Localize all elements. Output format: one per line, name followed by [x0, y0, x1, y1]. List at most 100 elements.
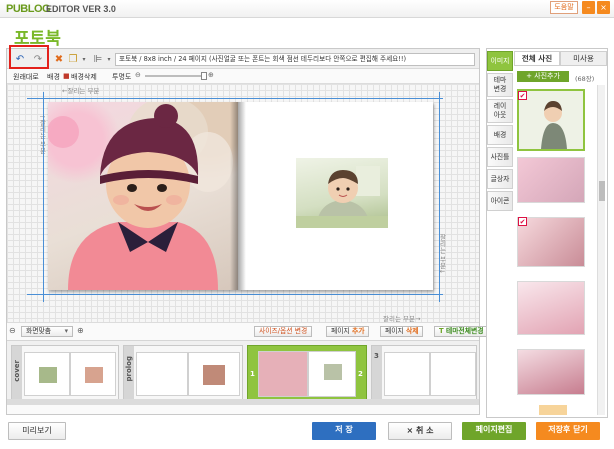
thumbnail-page-3-label: 3 — [374, 352, 379, 360]
thumbnail-cover-label: cover — [13, 360, 21, 382]
thumbnail-cover[interactable]: cover — [11, 345, 119, 403]
transparency-slider[interactable] — [145, 75, 205, 77]
product-info-field: 포토북 / 8x8 inch / 24 페이지 (사진얼굴 또는 폰트는 회색 … — [115, 53, 475, 66]
save-button[interactable]: 저 장 — [312, 422, 376, 440]
page-controls-row: ⊖ 화면맞춤 ▾ ⊕ 사이즈/옵션 변경 페이지 추가 페이지 삭제 T 테마전… — [7, 325, 489, 339]
add-page-prefix: 페이지 — [331, 327, 350, 335]
save-and-close-button[interactable]: 저장후 닫기 — [536, 422, 600, 440]
thumb-photo — [324, 364, 342, 380]
copy-dropdown-icon[interactable]: ▾ — [77, 52, 91, 66]
thumbnail-prolog[interactable]: prolog — [123, 345, 243, 403]
secondary-toolbar: 원래대로 배경 ■ 배경삭제 투명도 ⊖ ⊕ — [7, 70, 479, 82]
align-dropdown-icon[interactable]: ▾ — [102, 52, 116, 66]
thumb-page-left — [24, 352, 70, 396]
tab-layout[interactable]: 레이 아웃 — [487, 99, 513, 123]
photo-thumb-1[interactable] — [517, 89, 585, 151]
thumb-photo — [39, 367, 57, 383]
background-delete-icon: ■ — [63, 72, 70, 80]
window-controls: – × — [582, 1, 612, 14]
photo-list-scrollbar[interactable] — [597, 85, 605, 415]
left-page-photo[interactable] — [48, 102, 238, 290]
photo-thumb-5[interactable] — [517, 349, 585, 395]
undo-icon[interactable]: ↶ — [13, 52, 27, 66]
theme-icon: T — [439, 327, 444, 335]
photo-filter-tabs: 전체 사진 미사용 — [514, 51, 607, 66]
photo-thumb-image — [519, 91, 583, 149]
dropdown-icon: ▾ — [64, 327, 68, 335]
transparency-slider-handle[interactable] — [201, 72, 207, 80]
theme-change-button[interactable]: T 테마전체변경 — [434, 326, 489, 337]
tab-background[interactable]: 배경 — [487, 125, 513, 145]
original-size-button[interactable]: 원래대로 — [13, 72, 39, 82]
transparency-minus-icon[interactable]: ⊖ — [135, 71, 141, 79]
thumbnail-page-1-label: 1 — [250, 370, 255, 378]
guide-line-left — [43, 92, 44, 302]
publog-logo: PUBLOG — [6, 3, 51, 15]
photo-thumb-3[interactable] — [517, 217, 585, 267]
add-page-button[interactable]: 페이지 추가 — [326, 326, 370, 337]
zoom-out-icon[interactable]: ⊖ — [9, 326, 16, 335]
thumb-page-left — [136, 352, 188, 396]
photo-thumb-4[interactable] — [517, 281, 585, 335]
close-icon[interactable]: × — [597, 1, 610, 14]
zoom-in-icon[interactable]: ⊕ — [77, 326, 84, 335]
transparency-label: 투명도 — [112, 73, 132, 81]
thumb-page-right — [430, 352, 476, 396]
delete-page-action: 삭제 — [405, 327, 419, 335]
thumb-page-left — [384, 352, 430, 396]
help-button[interactable]: 도움말 — [550, 1, 578, 14]
strip-scrollbar[interactable] — [7, 399, 479, 405]
background-button[interactable]: 배경 — [47, 72, 60, 82]
asset-panel: 이미지 테마 변경 레이 아웃 배경 사진틀 글상자 아이콘 전체 사진 미사용… — [486, 48, 608, 418]
book-gutter — [230, 102, 246, 290]
cut-area-label-bottom: 잘리는 부분→ — [383, 315, 421, 323]
add-page-action: 추가 — [351, 327, 365, 335]
tab-textbox[interactable]: 글상자 — [487, 169, 513, 189]
transparency-plus-icon[interactable]: ⊕ — [208, 71, 214, 79]
preview-button[interactable]: 미리보기 — [8, 422, 66, 440]
photo-thumb-partial[interactable] — [539, 405, 567, 415]
photo-thumb-image — [518, 218, 584, 266]
cut-area-label-left: ↑잘리는 부분 — [38, 114, 46, 155]
thumb-photo — [85, 367, 103, 383]
thumb-page-right — [70, 352, 116, 396]
right-page-photo[interactable] — [296, 158, 388, 228]
delete-page-button[interactable]: 페이지 삭제 — [380, 326, 424, 337]
tab-theme-change[interactable]: 테마 변경 — [487, 73, 513, 97]
scrollbar-thumb[interactable] — [599, 181, 605, 201]
minimize-icon[interactable]: – — [582, 1, 595, 14]
add-photo-button[interactable]: + 사진추가 — [517, 71, 569, 82]
fit-screen-select[interactable]: 화면맞춤 ▾ — [21, 326, 73, 337]
photo-thumb-image — [518, 282, 584, 334]
thumbnail-page-3[interactable]: 3 — [371, 345, 477, 403]
redo-icon[interactable]: ↷ — [31, 52, 45, 66]
delete-background-button[interactable]: 배경삭제 — [71, 72, 97, 82]
thumbnail-pages-1-2[interactable]: 1 2 — [247, 345, 367, 403]
editing-canvas[interactable]: ←잘리는 부분 잘리는 부분→ ↑잘리는 부분 잘리는 부분↓ — [7, 83, 479, 323]
photo-selected-check-icon[interactable]: ✔ — [518, 217, 527, 226]
page-thumbnail-strip: cover prolog 1 2 3 — [7, 340, 479, 405]
thumbnail-page-2-label: 2 — [358, 370, 363, 378]
theme-change-label: 테마전체변경 — [446, 327, 484, 335]
guide-line-top — [27, 98, 443, 99]
photo-thumb-image — [518, 158, 584, 202]
photo-selected-check-icon[interactable]: ✔ — [518, 91, 527, 100]
size-options-button[interactable]: 사이즈/옵션 변경 — [254, 326, 313, 337]
photo-count: (68장) — [575, 75, 595, 83]
cut-area-label-top: ←잘리는 부분 — [62, 87, 100, 95]
book-spread[interactable] — [48, 102, 433, 290]
page-edit-button[interactable]: 페이지편집 — [462, 422, 526, 440]
tab-all-photos[interactable]: 전체 사진 — [514, 51, 560, 66]
tab-images[interactable]: 이미지 — [487, 51, 513, 71]
thumb-page-right — [188, 352, 240, 396]
photo-thumb-2[interactable] — [517, 157, 585, 203]
guide-line-bottom — [27, 294, 443, 295]
top-toolbar: ↶ ↷ ✖ ❐ ▾ ⊫ ▾ 포토북 / 8x8 inch / 24 페이지 (사… — [7, 45, 479, 69]
tab-icons[interactable]: 아이콘 — [487, 191, 513, 211]
delete-icon[interactable]: ✖ — [52, 52, 66, 66]
thumb-photo — [203, 365, 225, 385]
fit-screen-label: 화면맞춤 — [26, 327, 52, 335]
cancel-button[interactable]: × 취 소 — [388, 422, 452, 440]
tab-photo-frame[interactable]: 사진틀 — [487, 147, 513, 167]
tab-unused-photos[interactable]: 미사용 — [560, 51, 607, 66]
